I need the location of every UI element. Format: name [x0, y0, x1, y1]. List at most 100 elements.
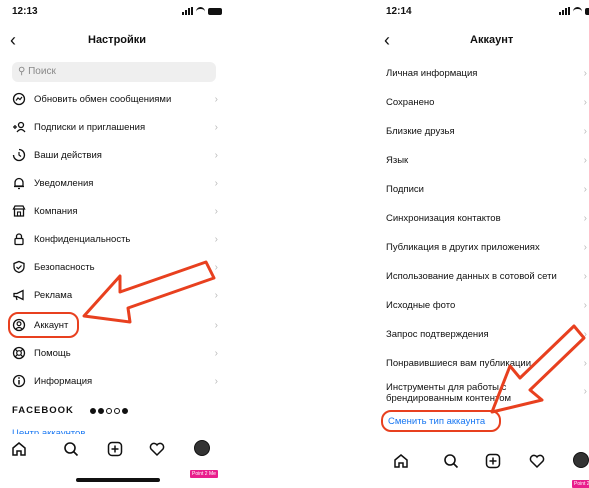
account-item-saved[interactable]: Сохранено › [378, 93, 589, 113]
search-icon[interactable] [62, 440, 80, 458]
account-item-label: Личная информация [386, 68, 478, 79]
annotation-arrow-icon [82, 260, 216, 324]
lock-icon [14, 233, 24, 246]
settings-item-follow-invite[interactable]: Подписки и приглашения › [4, 118, 230, 138]
chevron-right-icon: › [583, 184, 587, 195]
account-item-label: Язык [386, 155, 409, 166]
status-time: 12:13 [12, 6, 38, 17]
account-item-label: Близкие друзья [386, 126, 455, 137]
accounts-center-link[interactable]: Центр аккаунтов [12, 426, 85, 434]
account-item-label: Запрос подтверждения [386, 329, 489, 340]
settings-item-label: Информация [34, 376, 93, 387]
settings-screen: 12:13 ‹ Настройки ⚲ Поиск Обновить обмен… [4, 0, 230, 488]
settings-item-label: Обновить обмен сообщениями [34, 94, 172, 105]
settings-item-label: Ваши действия [34, 150, 102, 161]
settings-item-notifications[interactable]: Уведомления › [4, 174, 230, 194]
settings-item-about[interactable]: Информация › [4, 372, 230, 392]
account-item-label: Исходные фото [386, 300, 456, 311]
settings-header: ‹ Настройки [4, 30, 230, 56]
bottom-tab-bar [4, 436, 230, 466]
settings-item-your-activity[interactable]: Ваши действия › [4, 146, 230, 166]
create-post-icon[interactable] [484, 452, 502, 470]
settings-item-label: Помощь [34, 348, 71, 359]
home-indicator [76, 478, 160, 482]
search-icon: ⚲ [18, 66, 26, 77]
megaphone-icon [13, 289, 24, 301]
account-item-contacts-sync[interactable]: Синхронизация контактов › [378, 209, 589, 229]
point2me-watermark: Point 2 Me [190, 470, 218, 478]
status-icons [182, 7, 222, 15]
heart-icon[interactable] [528, 452, 546, 470]
chevron-right-icon: › [583, 271, 587, 282]
switch-account-highlight-ring [381, 410, 501, 432]
home-icon[interactable] [10, 440, 28, 458]
chevron-right-icon: › [214, 376, 218, 387]
wifi-icon [196, 7, 205, 15]
info-icon [12, 374, 26, 388]
heart-icon[interactable] [148, 440, 166, 458]
shop-icon [12, 205, 26, 217]
settings-item-messaging[interactable]: Обновить обмен сообщениями › [4, 90, 230, 110]
account-item-original-photos[interactable]: Исходные фото › [378, 296, 589, 316]
chevron-right-icon: › [214, 150, 218, 161]
annotation-arrow-icon [490, 324, 586, 414]
lifebuoy-icon [12, 346, 26, 360]
account-item-label: Публикация в других приложениях [386, 242, 540, 253]
settings-item-label: Компания [34, 206, 78, 217]
page-title: Аккаунт [470, 34, 514, 46]
chevron-right-icon: › [214, 94, 218, 105]
settings-item-label: Реклама [34, 290, 73, 301]
chevron-right-icon: › [583, 213, 587, 224]
settings-item-privacy[interactable]: Конфиденциальность › [4, 230, 230, 250]
settings-item-help[interactable]: Помощь › [4, 344, 230, 364]
account-item-label: Подписи [386, 184, 424, 195]
messenger-icon [12, 92, 26, 106]
search-icon[interactable] [442, 452, 460, 470]
chevron-right-icon: › [214, 234, 218, 245]
facebook-apps-icons [90, 408, 128, 414]
chevron-right-icon: › [214, 348, 218, 359]
settings-item-label: Уведомления [34, 178, 94, 189]
profile-avatar[interactable] [573, 452, 589, 468]
point2me-watermark: Point 2 Me [572, 480, 589, 488]
facebook-section-title: FACEBOOK [12, 405, 74, 416]
account-item-close-friends[interactable]: Близкие друзья › [378, 122, 589, 142]
account-item-label: Синхронизация контактов [386, 213, 501, 224]
page-title: Настройки [88, 34, 147, 46]
settings-item-label: Конфиденциальность [34, 234, 131, 245]
settings-item-business[interactable]: Компания › [4, 202, 230, 222]
account-item-cellular-data[interactable]: Использование данных в сотовой сети › [378, 267, 589, 287]
activity-icon [12, 148, 26, 162]
search-placeholder: Поиск [28, 66, 56, 77]
account-highlight-ring [8, 312, 79, 338]
back-arrow-icon[interactable]: ‹ [384, 31, 390, 49]
account-item-personal-info[interactable]: Личная информация › [378, 64, 589, 84]
settings-item-label: Подписки и приглашения [34, 122, 146, 133]
chevron-right-icon: › [583, 155, 587, 166]
shield-icon [13, 260, 25, 274]
chevron-right-icon: › [583, 300, 587, 311]
add-user-icon [13, 121, 26, 133]
chevron-right-icon: › [214, 178, 218, 189]
profile-avatar[interactable] [194, 440, 210, 456]
wifi-icon [573, 7, 582, 15]
status-bar: 12:13 [10, 6, 230, 20]
account-item-captions[interactable]: Подписи › [378, 180, 589, 200]
chevron-right-icon: › [583, 68, 587, 79]
search-input[interactable]: ⚲ Поиск [12, 62, 216, 82]
bottom-tab-bar [378, 448, 589, 478]
status-icons [559, 7, 589, 15]
account-item-sharing-other-apps[interactable]: Публикация в других приложениях › [378, 238, 589, 258]
home-icon[interactable] [392, 452, 410, 470]
status-time: 12:14 [386, 6, 412, 17]
bell-icon [14, 177, 24, 190]
account-item-language[interactable]: Язык › [378, 151, 589, 171]
chevron-right-icon: › [214, 122, 218, 133]
create-post-icon[interactable] [106, 440, 124, 458]
account-item-label: Использование данных в сотовой сети [386, 271, 557, 282]
account-header: ‹ Аккаунт [378, 30, 589, 56]
back-arrow-icon[interactable]: ‹ [10, 31, 16, 49]
chevron-right-icon: › [583, 126, 587, 137]
signal-icon [182, 7, 193, 15]
battery-icon [208, 7, 222, 15]
